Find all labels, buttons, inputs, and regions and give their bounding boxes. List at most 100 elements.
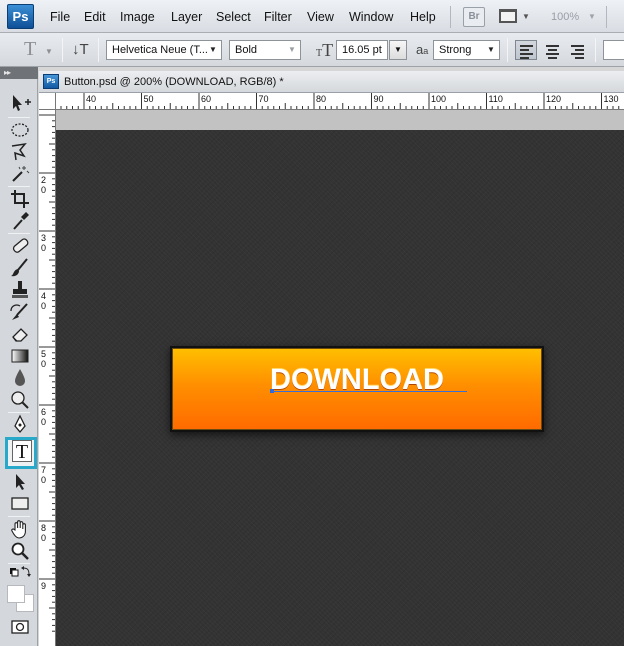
menu-bar: Ps File Edit Image Layer Select Filter V…	[0, 0, 624, 33]
ruler-label: 6	[41, 407, 46, 417]
chevron-down-icon[interactable]: ▼	[588, 12, 596, 21]
menu-file[interactable]: File	[50, 10, 70, 24]
vertical-ruler-ticks: 203040506070809	[39, 114, 55, 632]
ruler-label: 80	[316, 94, 326, 104]
canvas[interactable]: DOWNLOAD	[56, 130, 624, 646]
download-text-layer[interactable]: DOWNLOAD	[172, 364, 542, 397]
download-button-layer[interactable]: DOWNLOAD	[170, 346, 544, 432]
anti-alias-select[interactable]: Strong ▼	[433, 40, 500, 60]
chevron-down-icon: ▼	[209, 45, 217, 54]
chevron-down-icon[interactable]: ▼	[45, 47, 53, 56]
vertical-ruler[interactable]: 203040506070809	[39, 110, 56, 646]
magic-wand-icon[interactable]	[7, 163, 33, 185]
options-separator	[595, 38, 596, 62]
menu-view[interactable]: View	[307, 10, 334, 24]
ruler-label: 0	[41, 243, 46, 253]
path-selection-icon[interactable]	[7, 471, 33, 493]
zoom-tool-icon[interactable]	[7, 540, 33, 562]
screen-mode-icon[interactable]	[499, 9, 517, 23]
ruler-label: 8	[41, 523, 46, 533]
ruler-label: 50	[144, 94, 154, 104]
ruler-label: 3	[41, 233, 46, 243]
font-size-icon: TT	[316, 40, 334, 60]
photoshop-logo: Ps	[7, 4, 34, 29]
ruler-label: 60	[201, 94, 211, 104]
horizontal-ruler[interactable]: 40 50 60 70 80 90 100 110 120 130	[56, 93, 624, 110]
menu-filter[interactable]: Filter	[264, 10, 292, 24]
ruler-label: 100	[431, 94, 446, 104]
ruler-label: 0	[41, 185, 46, 195]
chevron-down-icon[interactable]: ▼	[522, 12, 530, 21]
tools-panel-header[interactable]: ▸▸	[0, 67, 38, 79]
tool-separator	[8, 563, 30, 564]
text-orientation-icon[interactable]: ↓T	[72, 41, 89, 58]
menu-select[interactable]: Select	[216, 10, 251, 24]
ruler-label: 9	[41, 581, 46, 591]
text-color-swatch[interactable]	[603, 40, 624, 60]
options-separator	[98, 38, 99, 62]
dodge-tool-icon[interactable]	[7, 389, 33, 411]
ruler-label: 0	[41, 301, 46, 311]
anti-alias-icon: aa	[416, 42, 429, 57]
tool-preset-icon[interactable]: T	[24, 38, 36, 61]
ruler-origin[interactable]	[39, 93, 56, 110]
document-window: Ps Button.psd @ 200% (DOWNLOAD, RGB/8) *…	[39, 71, 624, 646]
ruler-label: 130	[604, 94, 619, 104]
menu-help[interactable]: Help	[410, 10, 436, 24]
document-icon: Ps	[43, 74, 59, 89]
blur-tool-icon[interactable]	[7, 367, 33, 389]
pen-tool-icon[interactable]	[7, 414, 33, 436]
document-tab[interactable]: Ps Button.psd @ 200% (DOWNLOAD, RGB/8) *	[39, 71, 624, 93]
tool-separator	[8, 516, 30, 517]
anti-alias-value: Strong	[439, 44, 472, 56]
tool-separator	[8, 186, 30, 187]
quick-mask-icon[interactable]	[7, 618, 33, 636]
align-center-button[interactable]	[541, 40, 563, 60]
font-family-value: Helvetica Neue (T...	[112, 44, 208, 56]
type-tool-icon[interactable]: T	[5, 437, 37, 469]
marquee-tool-icon[interactable]	[7, 119, 33, 141]
menu-layer[interactable]: Layer	[171, 10, 202, 24]
crop-tool-icon[interactable]	[7, 188, 33, 210]
horizontal-ruler-ticks: 40 50 60 70 80 90 100 110 120 130	[60, 93, 620, 109]
shape-tool-icon[interactable]	[7, 493, 33, 515]
zoom-level[interactable]: 100%	[551, 11, 579, 23]
foreground-color-swatch[interactable]	[7, 585, 25, 603]
pasteboard	[56, 110, 624, 130]
text-baseline	[272, 391, 467, 392]
brush-tool-icon[interactable]	[7, 257, 33, 279]
healing-brush-icon[interactable]	[7, 235, 33, 257]
align-right-button[interactable]	[566, 40, 588, 60]
clone-stamp-icon[interactable]	[7, 279, 33, 301]
font-style-select[interactable]: Bold ▼	[229, 40, 301, 60]
hand-tool-icon[interactable]	[7, 518, 33, 540]
options-separator	[62, 38, 63, 62]
history-brush-icon[interactable]	[7, 301, 33, 323]
font-size-dropdown-button[interactable]: ▼	[389, 40, 407, 60]
tool-separator	[8, 233, 30, 234]
document-title: Button.psd @ 200% (DOWNLOAD, RGB/8) *	[64, 76, 284, 88]
menu-edit[interactable]: Edit	[84, 10, 106, 24]
tools-panel: ▸▸ T	[0, 67, 38, 646]
ruler-label: 4	[41, 291, 46, 301]
move-tool-icon[interactable]	[7, 92, 33, 114]
align-left-button[interactable]	[515, 40, 537, 60]
eyedropper-icon[interactable]	[7, 210, 33, 232]
menu-image[interactable]: Image	[120, 10, 155, 24]
ruler-label: 120	[546, 94, 561, 104]
gradient-tool-icon[interactable]	[7, 345, 33, 367]
ruler-label: 0	[41, 417, 46, 427]
font-family-select[interactable]: Helvetica Neue (T... ▼	[106, 40, 222, 60]
options-bar: T ▼ ↓T Helvetica Neue (T... ▼ Bold ▼ TT …	[0, 33, 624, 67]
bridge-button[interactable]: Br	[463, 7, 485, 27]
type-tool-glyph: T	[12, 440, 32, 463]
eraser-icon[interactable]	[7, 323, 33, 345]
font-size-input[interactable]: 16.05 pt	[336, 40, 388, 60]
ruler-label: 70	[259, 94, 269, 104]
menu-window[interactable]: Window	[349, 10, 393, 24]
font-style-value: Bold	[235, 44, 258, 56]
chevron-down-icon: ▼	[487, 45, 495, 54]
default-colors-icon[interactable]	[7, 565, 33, 579]
ruler-label: 40	[86, 94, 96, 104]
lasso-tool-icon[interactable]	[7, 141, 33, 163]
